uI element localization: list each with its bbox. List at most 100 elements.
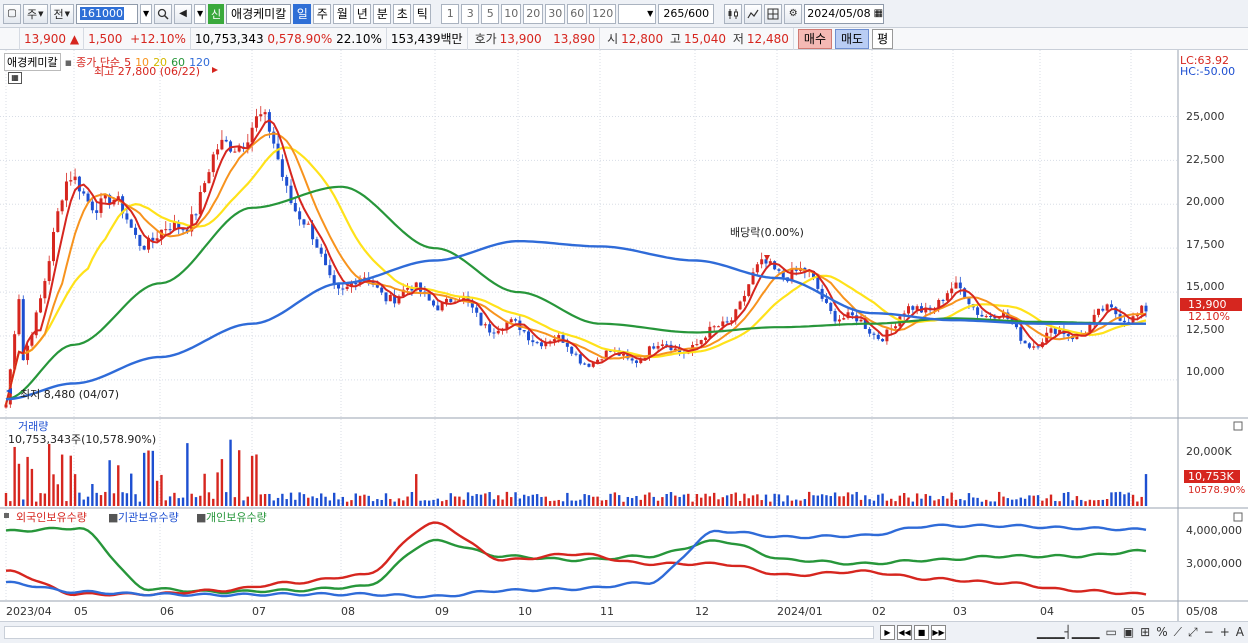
market-select[interactable]: 전 ▼ [49, 3, 75, 24]
current-pct-tag-text: 12.10% [1188, 310, 1230, 323]
evaluate-button[interactable]: 평 [872, 28, 894, 49]
grid-icon[interactable] [764, 3, 783, 24]
interval-3[interactable]: 3 [461, 3, 480, 24]
period-type-select[interactable]: 주 ▼ [23, 3, 48, 24]
volume-panel-close-icon[interactable] [1233, 421, 1243, 431]
volume-bar [337, 499, 340, 506]
interval-30[interactable]: 30 [545, 3, 566, 24]
plus-icon[interactable]: + [1220, 625, 1230, 640]
holding-panel-close-icon[interactable] [1233, 512, 1243, 522]
candle-body [77, 176, 81, 192]
interval-20[interactable]: 20 [523, 3, 544, 24]
stock-name-field[interactable]: 애경케미칼 [226, 3, 292, 24]
period-minute[interactable]: 분 [373, 3, 392, 24]
search-icon[interactable] [154, 3, 173, 24]
period-second[interactable]: 초 [393, 3, 412, 24]
volume-bar [17, 463, 21, 506]
volume-bar [1084, 501, 1087, 506]
candle-body [168, 229, 172, 231]
volume-bar [130, 473, 133, 506]
candle-body [315, 239, 319, 248]
scroll-right-icon[interactable]: ▶ [880, 625, 895, 640]
volume-bar [894, 501, 897, 506]
measure-icon[interactable]: ⟋ [1174, 625, 1182, 640]
candle-body [894, 326, 898, 329]
volume-bar [911, 501, 915, 506]
volume-bar [656, 500, 660, 506]
minus-icon[interactable]: − [1204, 625, 1214, 640]
bottom-scroll-bar: ▶ ◀◀ ■ ▶▶ ▁▁▁┤▁▁▁ ▭ ▣ ⊞ % ⟋ ⤢ − + A [0, 621, 1248, 643]
legend-individual: 개인보유수량 [206, 511, 267, 524]
volume-bar [695, 494, 699, 506]
ratio-icon[interactable]: % [1156, 625, 1167, 640]
volume-bar [756, 494, 759, 506]
x-tick-label: 08 [341, 605, 355, 618]
data-count-field[interactable]: 265/600 [658, 3, 715, 24]
chart-toggle-icon[interactable]: ⊞ [1140, 625, 1150, 640]
quote-spacer [0, 27, 20, 50]
interval-60[interactable]: 60 [567, 3, 588, 24]
scrollbar-track[interactable] [4, 626, 874, 639]
interval-1[interactable]: 1 [441, 3, 460, 24]
layout-icon[interactable]: ▭ [1105, 625, 1116, 640]
candle-body [773, 261, 777, 270]
period-week[interactable]: 주 [313, 3, 332, 24]
interval-select[interactable]: ▼ [618, 3, 657, 24]
candle-body [989, 316, 993, 318]
period-tick[interactable]: 틱 [413, 3, 432, 24]
volume-bar [980, 501, 984, 506]
gear-icon[interactable]: ⚙ [784, 3, 803, 24]
volume-bar [272, 500, 275, 506]
slider-icon[interactable]: ▁▁▁┤▁▁▁ [1037, 625, 1100, 640]
speaker-dropdown-icon[interactable]: ▼ [194, 3, 207, 24]
candle-type-icon[interactable] [724, 3, 743, 24]
calendar-icon[interactable]: ▦ [874, 8, 883, 19]
window-split-icon[interactable]: ▣ [1123, 625, 1134, 640]
interval-120[interactable]: 120 [589, 3, 617, 24]
volume-bar [65, 501, 68, 506]
period-day[interactable]: 일 [293, 3, 312, 24]
volume-bar [760, 500, 763, 506]
volume-bar [1127, 492, 1130, 506]
period-month[interactable]: 월 [333, 3, 352, 24]
line-tool-icon[interactable] [744, 3, 763, 24]
stop-icon[interactable]: ■ [914, 625, 929, 640]
candle-body [699, 340, 703, 345]
stock-code-input[interactable]: 161000 [76, 3, 139, 24]
volume-cell: 10,753,343 0,578.90% 22.10% [191, 27, 387, 50]
volume-bar [959, 498, 962, 506]
volume-bar [1071, 500, 1074, 506]
candle-body [233, 151, 237, 153]
volume-bar [471, 495, 474, 506]
volume-bar [795, 499, 798, 506]
volume-bar [22, 499, 25, 506]
candle-body [958, 282, 962, 289]
font-size-icon[interactable]: A [1236, 625, 1244, 640]
window-icon[interactable]: ▢ [3, 3, 21, 24]
volume-bar [846, 492, 850, 506]
price-chart[interactable]: 25,000 22,500 20,000 17,500 15,000 12,50… [0, 50, 1248, 621]
table-toggle-icon[interactable]: ▦ [8, 72, 22, 84]
interval-10[interactable]: 10 [501, 3, 522, 24]
speaker-icon[interactable]: ◀ [174, 3, 193, 24]
rewind-icon[interactable]: ◀◀ [897, 625, 912, 640]
volume-bar [648, 492, 651, 506]
sell-button[interactable]: 매도 [835, 28, 870, 49]
interval-5[interactable]: 5 [481, 3, 500, 24]
code-dropdown-icon[interactable]: ▼ [140, 3, 153, 24]
date-field[interactable]: 2024/05/08 ▦ [804, 3, 885, 24]
x-tick-label: 12 [695, 605, 709, 618]
volume-bar [902, 493, 906, 506]
candle-body [535, 342, 539, 344]
volume-bar [920, 498, 923, 506]
period-year[interactable]: 년 [353, 3, 372, 24]
volume-bar [540, 497, 543, 506]
volume-bar [345, 501, 349, 506]
candle-body [565, 342, 569, 347]
volume-bar [566, 492, 569, 506]
buy-button[interactable]: 매수 [797, 28, 833, 49]
zoom-tool-icon[interactable]: ⤢ [1188, 625, 1198, 640]
forward-icon[interactable]: ▶▶ [931, 625, 946, 640]
candle-body [306, 223, 310, 225]
candle-body [945, 293, 949, 301]
